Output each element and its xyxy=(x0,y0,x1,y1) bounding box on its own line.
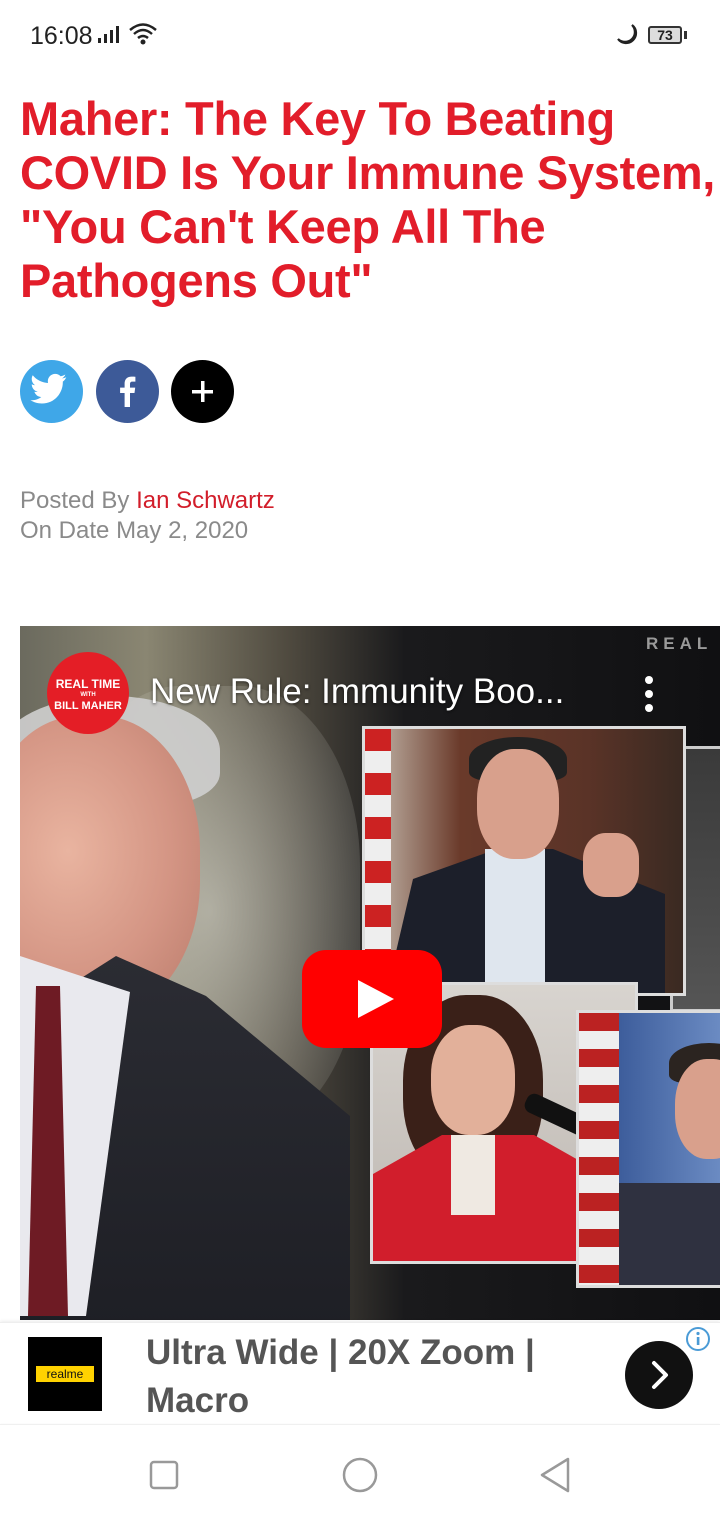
system-navigation-bar xyxy=(0,1424,720,1521)
play-button[interactable] xyxy=(302,950,442,1048)
posted-by-line: Posted By Ian Schwartz xyxy=(20,486,275,516)
battery-tip xyxy=(684,31,687,39)
ad-open-button[interactable] xyxy=(625,1341,693,1409)
ad-banner[interactable]: realme Ultra Wide | 20X Zoom | Macro xyxy=(0,1322,720,1423)
status-bar: 16:08 73 xyxy=(0,0,720,72)
person-face xyxy=(675,1059,720,1159)
publish-date: May 2, 2020 xyxy=(116,517,249,544)
chevron-right-icon xyxy=(652,1361,668,1389)
ad-brand-logo[interactable]: realme xyxy=(28,1337,102,1411)
person-suit xyxy=(619,1183,720,1285)
article-headline: Maher: The Key To Beating COVID Is Your … xyxy=(20,92,716,307)
wifi-icon xyxy=(129,23,157,45)
article-meta: Posted By Ian Schwartz On Date May 2, 20… xyxy=(20,486,275,546)
channel-logo-line-3: BILL MAHER xyxy=(54,700,122,712)
date-line: On Date May 2, 2020 xyxy=(20,516,275,546)
person-fist xyxy=(583,833,639,897)
battery-indicator: 73 xyxy=(648,26,682,44)
back-icon[interactable] xyxy=(534,1453,578,1497)
plus-icon xyxy=(192,381,213,402)
flag-graphic xyxy=(579,1013,619,1285)
channel-logo-line-1: REAL TIME xyxy=(55,677,121,691)
posted-by-label: Posted By xyxy=(20,487,130,514)
date-label: On Date xyxy=(20,517,110,544)
more-share-button[interactable] xyxy=(171,360,234,423)
facebook-icon xyxy=(120,376,136,407)
video-menu-icon[interactable] xyxy=(634,674,664,714)
signal-icon xyxy=(98,26,119,43)
person-face xyxy=(431,1025,515,1135)
ad-info-icon[interactable] xyxy=(684,1325,712,1353)
video-title[interactable]: New Rule: Immunity Boo... xyxy=(150,672,564,712)
play-icon xyxy=(358,980,394,1018)
author-link[interactable]: Ian Schwartz xyxy=(136,487,275,514)
home-icon[interactable] xyxy=(338,1453,382,1497)
person-face xyxy=(477,749,559,859)
person-neck xyxy=(451,1135,495,1215)
ad-headline[interactable]: Ultra Wide | 20X Zoom | Macro xyxy=(146,1329,566,1425)
recent-apps-icon[interactable] xyxy=(142,1453,186,1497)
channel-logo[interactable]: REAL TIME WITH BILL MAHER xyxy=(47,652,129,734)
clock: 16:08 xyxy=(30,22,93,50)
twitter-icon xyxy=(30,373,67,404)
ad-brand-name: realme xyxy=(36,1366,94,1382)
moon-icon xyxy=(617,24,638,45)
facebook-share-button[interactable] xyxy=(96,360,159,423)
video-embed[interactable]: REAL REAL TIME WITH BILL MAHER New Rule:… xyxy=(20,626,720,1320)
video-watermark: REAL xyxy=(646,634,713,653)
photo-collage-3 xyxy=(576,1010,720,1288)
twitter-share-button[interactable] xyxy=(20,360,83,423)
person-shirt xyxy=(485,849,545,993)
